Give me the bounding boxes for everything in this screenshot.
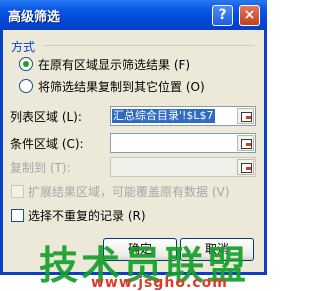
dialog-title: 高级筛选 [8, 10, 61, 25]
list-range-label: 列表区域 (L): [10, 110, 82, 124]
copy-to-picker-button[interactable] [237, 159, 254, 175]
watermark-url: www.jsgho.com [91, 275, 228, 291]
radio-selected-icon[interactable] [19, 57, 33, 71]
criteria-range-label: 条件区域 (C): [10, 137, 84, 151]
copy-to-input[interactable] [110, 157, 256, 177]
mode-group-title: 方式 [11, 40, 36, 54]
collapse-dialog-icon [241, 112, 252, 122]
checkbox-icon[interactable] [11, 185, 24, 198]
criteria-range-picker-button[interactable] [237, 135, 254, 151]
copy-to-label: 复制到 (T): [10, 161, 71, 175]
radio-filter-in-place[interactable]: 在原有区域显示筛选结果 (F) [19, 57, 190, 73]
extend-range-checkbox[interactable]: 扩展结果区域，可能覆盖原有数据 (V) [11, 185, 229, 199]
collapse-dialog-icon [241, 163, 252, 173]
radio-unselected-icon[interactable] [19, 79, 33, 93]
list-range-input[interactable]: 汇总综合目录'!$L$7 [110, 106, 256, 126]
advanced-filter-dialog: 高级筛选 ? × 方式 在原有区域显示筛选结果 (F) 将筛选结果复制到其它位置… [0, 0, 267, 291]
checkbox-icon[interactable] [11, 209, 24, 222]
help-button[interactable]: ? [212, 5, 233, 26]
collapse-dialog-icon [241, 139, 252, 149]
list-range-picker-button[interactable] [237, 108, 254, 124]
group-divider [43, 45, 255, 46]
close-button[interactable]: × [239, 5, 260, 26]
dialog-body: 方式 在原有区域显示筛选结果 (F) 将筛选结果复制到其它位置 (O) 列表区域… [3, 30, 264, 291]
unique-records-checkbox[interactable]: 选择不重复的记录 (R) [11, 209, 146, 223]
title-bar[interactable]: 高级筛选 ? × [0, 0, 267, 30]
criteria-range-input[interactable] [110, 133, 256, 153]
radio-copy-to-location[interactable]: 将筛选结果复制到其它位置 (O) [19, 79, 205, 95]
list-range-value: 汇总综合目录'!$L$7 [112, 109, 215, 123]
